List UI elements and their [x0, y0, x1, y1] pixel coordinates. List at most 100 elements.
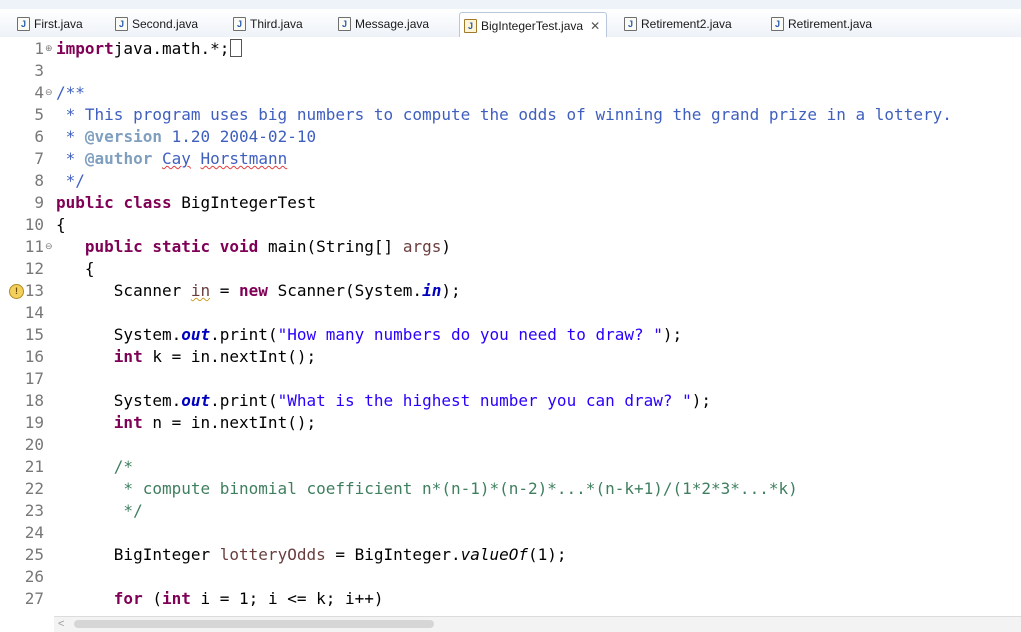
line-number: 14	[24, 303, 44, 322]
line-number: 20	[24, 435, 44, 454]
tab-label: BigIntegerTest.java	[481, 18, 584, 33]
line-number: 1	[34, 39, 44, 58]
code-line[interactable]: 17	[0, 368, 1021, 390]
tab-first-java[interactable]: J First.java	[17, 12, 83, 36]
code-token: i = 1; i <= k; i++)	[190, 589, 384, 608]
code-line[interactable]: 26	[0, 566, 1021, 588]
code-line[interactable]: 24	[0, 522, 1021, 544]
code-token: int	[113, 413, 143, 432]
code-line[interactable]: 1 ⊕ importjava.math.*;	[0, 38, 1021, 60]
code-line[interactable]: 7 * @author Cay Horstmann	[0, 148, 1021, 170]
code-token: Cay	[161, 149, 191, 168]
code-token: @author	[84, 149, 153, 168]
code-line[interactable]: 6 * @version 1.20 2004-02-10	[0, 126, 1021, 148]
line-number: 7	[34, 149, 44, 168]
code-line[interactable]: 9 public class BigIntegerTest	[0, 192, 1021, 214]
code-text: int n = in.nextInt();	[56, 412, 316, 434]
tab-retirement-java[interactable]: J Retirement.java	[771, 12, 872, 36]
code-token: Scanner	[56, 281, 191, 300]
code-token: * This program uses big numbers to compu…	[56, 105, 952, 124]
fold-expand-icon[interactable]: ⊕	[45, 44, 53, 53]
code-token: args	[402, 237, 442, 256]
code-token: in	[190, 281, 211, 300]
horizontal-scrollbar[interactable]: <	[54, 616, 1021, 632]
scrollbar-thumb[interactable]	[74, 620, 434, 628]
tab-second-java[interactable]: J Second.java	[115, 12, 198, 36]
scroll-left-arrow-icon[interactable]: <	[58, 617, 64, 632]
line-number: 22	[24, 479, 44, 498]
close-tab-icon[interactable]: ✕	[590, 19, 600, 33]
code-token: */	[56, 501, 143, 520]
code-token: in	[422, 281, 442, 300]
code-token: );	[662, 325, 683, 344]
code-line[interactable]: 11 ⊖ public static void main(String[] arg…	[0, 236, 1021, 258]
code-token: "How many numbers do you need to draw? "	[277, 325, 663, 344]
code-line[interactable]: 22 * compute binomial coefficient n*(n-1…	[0, 478, 1021, 500]
line-number: 24	[24, 523, 44, 542]
java-file-icon: J	[771, 17, 784, 31]
code-text: public class BigIntegerTest	[56, 192, 316, 214]
code-token: import	[56, 39, 114, 58]
code-line[interactable]: 25 BigInteger lotteryOdds = BigInteger.v…	[0, 544, 1021, 566]
line-number: 11	[24, 237, 44, 256]
fold-collapse-icon[interactable]: ⊖	[45, 88, 53, 97]
tab-message-java[interactable]: J Message.java	[338, 12, 429, 36]
code-token: *	[56, 127, 85, 146]
code-token: java.math.*;	[113, 39, 230, 58]
code-token: out	[181, 391, 211, 410]
code-line[interactable]: 20	[0, 434, 1021, 456]
code-text: System.out.print("How many numbers do yo…	[56, 324, 682, 346]
code-token: static	[152, 237, 211, 256]
warning-marker-icon[interactable]: !	[9, 284, 24, 299]
code-line[interactable]: 10 {	[0, 214, 1021, 236]
code-text: BigInteger lotteryOdds = BigInteger.valu…	[56, 544, 567, 566]
code-text: * This program uses big numbers to compu…	[56, 104, 952, 126]
code-token: main(String[]	[258, 237, 403, 256]
code-token: "What is the highest number you can draw…	[277, 391, 692, 410]
code-line[interactable]: 4 ⊖/**	[0, 82, 1021, 104]
tab-retirement2-java[interactable]: J Retirement2.java	[624, 12, 732, 36]
code-line[interactable]: 19 int n = in.nextInt();	[0, 412, 1021, 434]
code-text: /**	[56, 82, 85, 104]
code-line[interactable]: 3	[0, 60, 1021, 82]
code-token: .print(	[210, 391, 278, 410]
java-file-icon: J	[338, 17, 351, 31]
code-token: /**	[56, 83, 85, 102]
code-line[interactable]: 5 * This program uses big numbers to com…	[0, 104, 1021, 126]
java-file-icon: J	[624, 17, 637, 31]
line-number: 16	[24, 347, 44, 366]
tab-bigintegertest-java[interactable]: J BigIntegerTest.java ✕	[459, 12, 608, 38]
code-line[interactable]: 27 for (int i = 1; i <= k; i++)	[0, 588, 1021, 610]
code-line[interactable]: 8 */	[0, 170, 1021, 192]
code-line[interactable]: 18 System.out.print("What is the highest…	[0, 390, 1021, 412]
fold-collapse-icon[interactable]: ⊖	[45, 242, 53, 251]
code-line[interactable]: 12 {	[0, 258, 1021, 280]
line-number: 9	[34, 193, 44, 212]
code-line[interactable]: 23 */	[0, 500, 1021, 522]
code-token: {	[56, 215, 66, 234]
tab-third-java[interactable]: J Third.java	[233, 12, 303, 36]
line-number: 15	[24, 325, 44, 344]
code-text: int k = in.nextInt();	[56, 346, 316, 368]
line-number: 18	[24, 391, 44, 410]
line-number: 25	[24, 545, 44, 564]
code-line[interactable]: 13! Scanner in = new Scanner(System.in);	[0, 280, 1021, 302]
code-editor[interactable]: 1 ⊕ importjava.math.*; 3 4 ⊖/** 5 * This progr…	[0, 37, 1021, 616]
toolbar-strip	[0, 0, 1021, 9]
code-line[interactable]: 21 /*	[0, 456, 1021, 478]
tab-label: Third.java	[250, 17, 303, 31]
line-number: 8	[34, 171, 44, 190]
code-token: /*	[56, 457, 134, 476]
code-text: {	[56, 258, 95, 280]
code-text: * @version 1.20 2004-02-10	[56, 126, 316, 148]
line-number: 5	[34, 105, 44, 124]
code-line[interactable]: 16 int k = in.nextInt();	[0, 346, 1021, 368]
editor-corner	[0, 616, 54, 631]
code-token: public	[56, 193, 114, 212]
code-token: new	[239, 281, 268, 300]
code-line[interactable]: 14	[0, 302, 1021, 324]
code-line[interactable]: 15 System.out.print("How many numbers do…	[0, 324, 1021, 346]
